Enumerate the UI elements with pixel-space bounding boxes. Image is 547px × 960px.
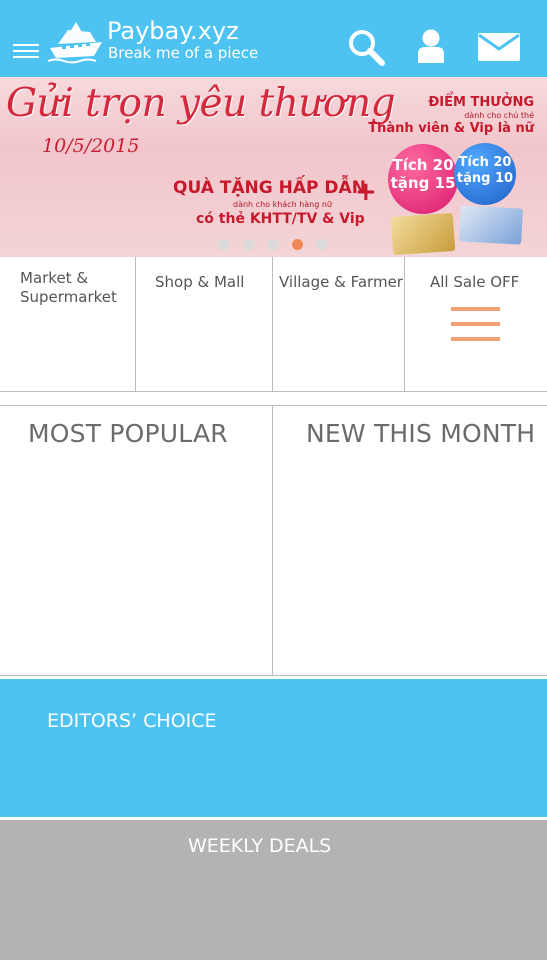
category-label: All Sale OFF <box>430 273 520 291</box>
menu-icon[interactable] <box>13 44 39 60</box>
category-label: Supermarket <box>20 288 117 306</box>
site-title[interactable]: Paybay.xyz <box>107 17 239 45</box>
banner-points-title: ĐIỂM THƯỞNG <box>428 95 534 110</box>
bubble-pink-line1: Tích 20 <box>392 156 454 174</box>
category-market[interactable]: Market & Supermarket <box>0 257 136 392</box>
banner-gift-cards: có thẻ KHTT/TV & Vip <box>196 211 365 227</box>
carousel-dot[interactable] <box>267 239 278 250</box>
bubble-pink-line2: tặng 15 <box>390 174 456 192</box>
carousel-dot-active[interactable] <box>292 239 303 250</box>
weekly-deals-title: WEEKLY DEALS <box>188 835 332 857</box>
bubble-blue-line2: tặng 10 <box>456 171 514 186</box>
featured-split: MOST POPULAR NEW THIS MONTH <box>0 405 547 676</box>
category-row: Market & Supermarket Shop & Mall Village… <box>0 257 547 392</box>
banner-date: 10/5/2015 <box>42 135 140 157</box>
new-this-month-panel[interactable]: NEW THIS MONTH <box>273 406 547 676</box>
list-icon <box>451 307 500 352</box>
editors-choice-title: EDITORS’ CHOICE <box>47 710 217 732</box>
banner-headline: Gửi trọn yêu thương <box>6 81 396 126</box>
plus-icon: + <box>355 177 377 207</box>
banner-gift-sub: dành cho khách hàng nữ <box>233 200 332 209</box>
new-this-month-title: NEW THIS MONTH <box>306 419 536 448</box>
carousel-dot[interactable] <box>243 239 254 250</box>
banner-gift-title: QUÀ TẶNG HẤP DẪN <box>173 178 366 198</box>
points-bubble-pink: Tích 20 tặng 15 <box>388 144 458 214</box>
most-popular-title: MOST POPULAR <box>28 419 228 448</box>
mail-icon[interactable] <box>476 27 522 67</box>
blue-card-image <box>459 205 523 245</box>
ship-logo-icon[interactable] <box>46 20 106 64</box>
app-header: Paybay.xyz Break me of a piece <box>0 0 547 77</box>
category-all-sale[interactable]: All Sale OFF <box>405 257 547 392</box>
category-shop-mall[interactable]: Shop & Mall <box>136 257 273 392</box>
category-village-farmer[interactable]: Village & Farmer <box>273 257 405 392</box>
carousel-dot[interactable] <box>316 239 327 250</box>
category-label: Market & <box>20 269 89 287</box>
category-label: Shop & Mall <box>155 273 245 291</box>
carousel-dot[interactable] <box>218 239 229 250</box>
editors-choice-panel[interactable]: EDITORS’ CHOICE <box>0 679 547 817</box>
banner-points-sub: dành cho chủ thẻ <box>464 111 534 120</box>
site-tagline: Break me of a piece <box>108 44 259 62</box>
promo-banner[interactable]: Gửi trọn yêu thương 10/5/2015 QUÀ TẶNG H… <box>0 77 547 257</box>
points-bubble-blue: Tích 20 tặng 10 <box>454 143 516 205</box>
category-label: Village & Farmer <box>279 273 403 291</box>
banner-points-members: Thành viên & Vip là nữ <box>368 121 534 136</box>
user-icon[interactable] <box>411 27 451 67</box>
bubble-blue-line1: Tích 20 <box>458 155 512 170</box>
search-icon[interactable] <box>346 27 386 67</box>
weekly-deals-panel[interactable]: WEEKLY DEALS <box>0 820 547 960</box>
gold-card-image <box>390 212 456 256</box>
most-popular-panel[interactable]: MOST POPULAR <box>0 406 273 676</box>
